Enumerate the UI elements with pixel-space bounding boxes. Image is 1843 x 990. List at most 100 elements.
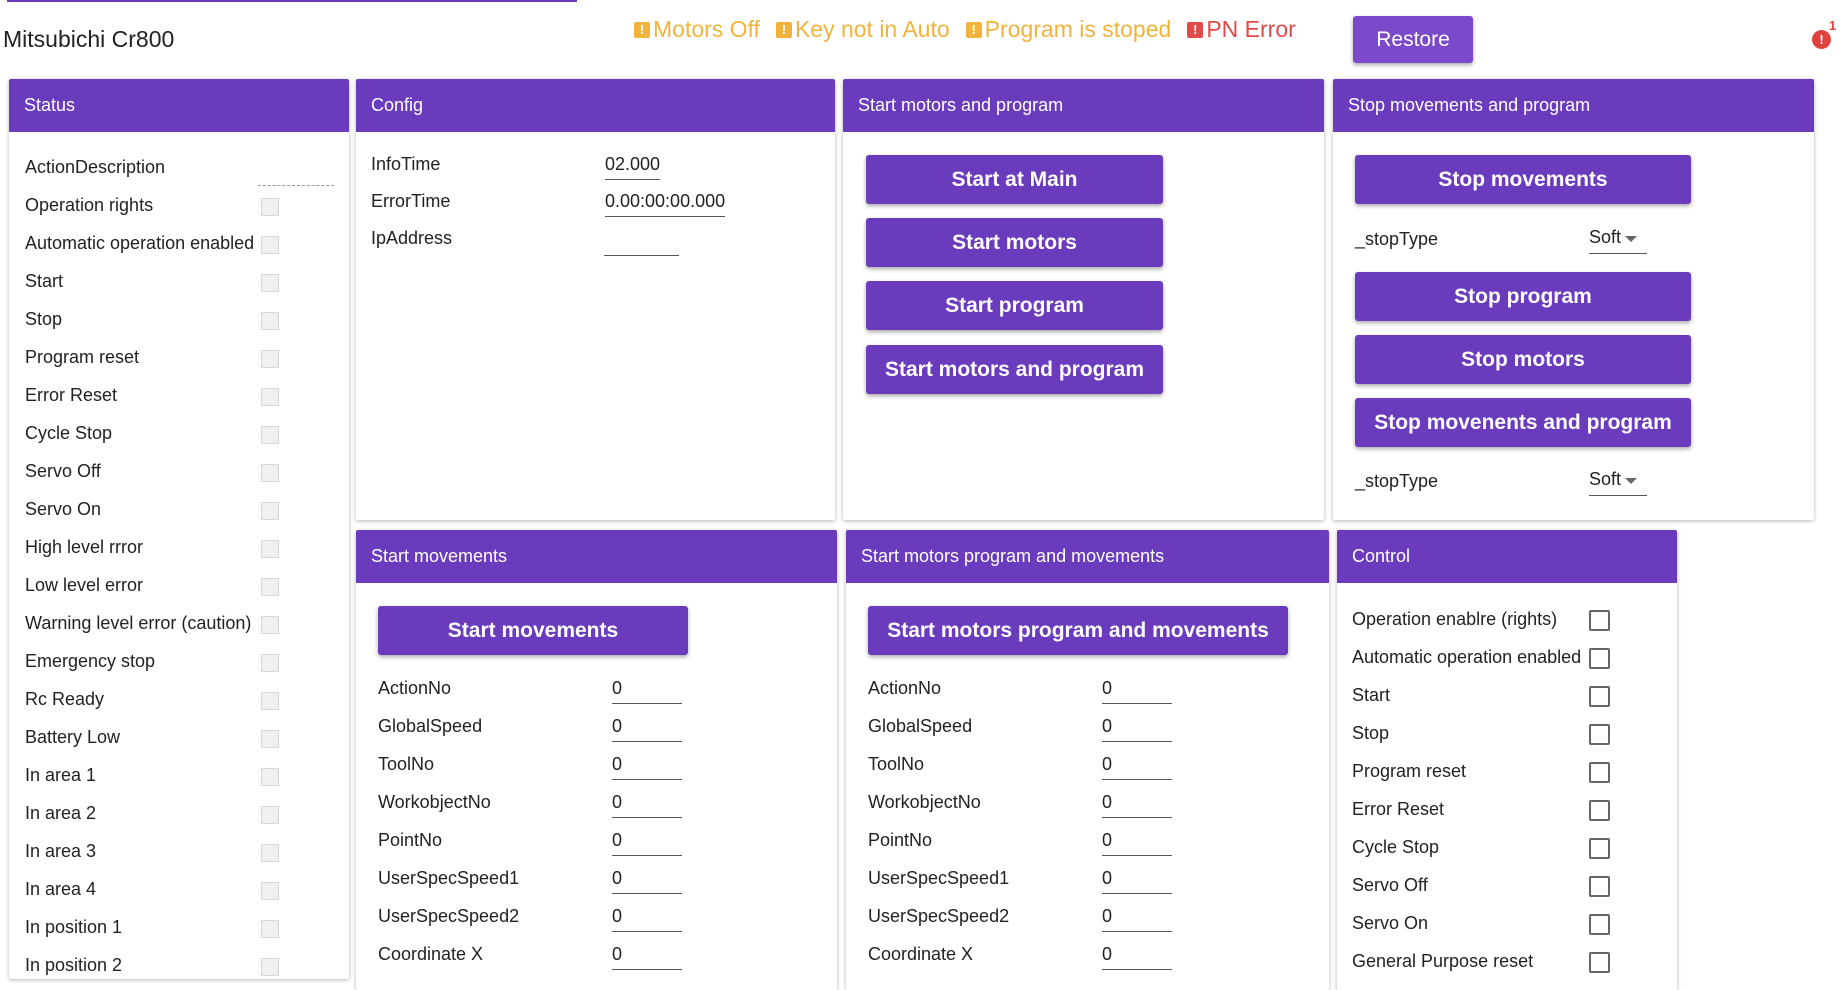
motors-movements-label-userspecspeed2: UserSpecSpeed2 <box>868 906 1010 926</box>
control-label-error-reset: Error Reset <box>1352 799 1445 819</box>
movements-field-userspecspeed1[interactable]: 0 <box>612 868 682 894</box>
movements-panel-title: Start movements <box>356 530 837 583</box>
status-label-stop: Stop <box>25 309 63 329</box>
infotime-field[interactable]: 02.000 <box>605 154 661 180</box>
control-checkbox-stop[interactable] <box>1589 724 1610 745</box>
control-checkbox-program-reset[interactable] <box>1589 762 1610 783</box>
movements-field-globalspeed[interactable]: 0 <box>612 716 682 742</box>
status-checkbox-servo-off <box>261 464 279 482</box>
stop-type-label: _stopType <box>1355 229 1439 249</box>
status-label-automatic-operation-enabled: Automatic operation enabled <box>25 233 255 253</box>
control-label-program-reset: Program reset <box>1352 761 1467 781</box>
control-checkbox-error-reset[interactable] <box>1589 800 1610 821</box>
stop-motors-button[interactable]: Stop motors <box>1355 335 1691 384</box>
start-movements-button[interactable]: Start movements <box>378 606 688 655</box>
status-label-rc-ready: Rc Ready <box>25 689 105 709</box>
movements-field-pointno[interactable]: 0 <box>612 830 682 856</box>
stop-movements-and-program-button[interactable]: Stop movenents and program <box>1355 398 1691 447</box>
control-checkbox-general-purpose-reset[interactable] <box>1589 952 1610 973</box>
control-checkbox-servo-off[interactable] <box>1589 876 1610 897</box>
status-checkbox-automatic-operation-enabled <box>261 236 279 254</box>
motors-movements-panel: Start motors program and movements Start… <box>846 530 1329 990</box>
motors-movements-label-pointno: PointNo <box>868 830 933 850</box>
status-panel: Status ActionDescription Operation rights… <box>9 79 349 979</box>
alert-program-stopped: ! Program is stoped <box>965 16 1171 43</box>
movements-label-actionno: ActionNo <box>378 678 452 698</box>
stop-type-select-2[interactable]: Soft <box>1589 469 1647 496</box>
alert-text: PN Error <box>1206 16 1296 42</box>
motors-movements-field-coordinate-x[interactable]: 0 <box>1102 944 1172 970</box>
warning-icon: ! <box>775 21 792 38</box>
status-checkbox-in-area-1 <box>261 768 279 786</box>
movements-field-coordinate-x[interactable]: 0 <box>612 944 682 970</box>
motors-movements-field-userspecspeed1[interactable]: 0 <box>1102 868 1172 894</box>
stop-panel: Stop movements and program Stop movement… <box>1333 79 1814 520</box>
start-motors-program-movements-button[interactable]: Start motors program and movements <box>868 606 1288 655</box>
status-label-actiondescription: ActionDescription <box>25 157 166 177</box>
status-label-servo-on: Servo On <box>25 499 102 519</box>
movements-field-userspecspeed2[interactable]: 0 <box>612 906 682 932</box>
stop-type-label-2: _stopType <box>1355 471 1439 491</box>
control-label-general-purpose-reset: General Purpose reset <box>1352 951 1534 971</box>
control-label-cycle-stop: Cycle Stop <box>1352 837 1440 857</box>
status-label-in-position-1: In position 1 <box>25 917 123 937</box>
start-panel: Start motors and program Start at Main S… <box>843 79 1324 520</box>
movements-label-userspecspeed1: UserSpecSpeed1 <box>378 868 520 888</box>
motors-movements-label-userspecspeed1: UserSpecSpeed1 <box>868 868 1010 888</box>
status-checkbox-servo-on <box>261 502 279 520</box>
stop-type-select[interactable]: Soft <box>1589 227 1647 254</box>
control-checkbox-cycle-stop[interactable] <box>1589 838 1610 859</box>
control-checkbox-operation-enablre-rights[interactable] <box>1589 610 1610 631</box>
motors-movements-field-actionno[interactable]: 0 <box>1102 678 1172 704</box>
status-label-error-reset: Error Reset <box>25 385 118 405</box>
motors-movements-field-globalspeed[interactable]: 0 <box>1102 716 1172 742</box>
movements-panel: Start movements Start movements ActionNo… <box>356 530 837 990</box>
alert-pn-error: ! PN Error <box>1187 16 1296 43</box>
motors-movements-field-workobjectno[interactable]: 0 <box>1102 792 1172 818</box>
alert-bar: ! Motors Off ! Key not in Auto ! Program… <box>634 16 1312 43</box>
config-panel: Config InfoTime 02.000 ErrorTime 0.00:00… <box>356 79 835 520</box>
chevron-down-icon <box>1625 478 1637 484</box>
movements-field-toolno[interactable]: 0 <box>612 754 682 780</box>
status-checkbox-in-area-4 <box>261 882 279 900</box>
motors-movements-label-toolno: ToolNo <box>868 754 925 774</box>
start-motors-button[interactable]: Start motors <box>866 218 1163 267</box>
status-checkbox-operation-rights <box>261 198 279 216</box>
status-label-in-area-2: In area 2 <box>25 803 97 823</box>
alert-motors-off: ! Motors Off <box>634 16 760 43</box>
control-label-stop: Stop <box>1352 723 1390 743</box>
control-checkbox-automatic-operation-enabled[interactable] <box>1589 648 1610 669</box>
control-label-automatic-operation-enabled: Automatic operation enabled <box>1352 647 1582 667</box>
motors-movements-label-actionno: ActionNo <box>868 678 942 698</box>
motors-movements-field-toolno[interactable]: 0 <box>1102 754 1172 780</box>
motors-movements-field-pointno[interactable]: 0 <box>1102 830 1172 856</box>
status-checkbox-emergency-stop <box>261 654 279 672</box>
status-label-low-level-error: Low level error <box>25 575 144 595</box>
start-program-button[interactable]: Start program <box>866 281 1163 330</box>
restore-button[interactable]: Restore <box>1353 16 1473 63</box>
movements-field-actionno[interactable]: 0 <box>612 678 682 704</box>
warning-icon: ! <box>965 21 982 38</box>
start-motors-and-program-button[interactable]: Start motors and program <box>866 345 1163 394</box>
status-label-battery-low: Battery Low <box>25 727 121 747</box>
control-label-operation-enablre-rights: Operation enablre (rights) <box>1352 609 1558 629</box>
movements-label-toolno: ToolNo <box>378 754 435 774</box>
status-checkbox-in-position-1 <box>261 920 279 938</box>
stop-movements-button[interactable]: Stop movements <box>1355 155 1691 204</box>
chevron-down-icon <box>1625 236 1637 242</box>
status-action-description-value <box>258 185 334 186</box>
ipaddress-field[interactable] <box>604 255 679 256</box>
motors-movements-label-globalspeed: GlobalSpeed <box>868 716 973 736</box>
start-at-main-button[interactable]: Start at Main <box>866 155 1163 204</box>
control-checkbox-servo-on[interactable] <box>1589 914 1610 935</box>
motors-movements-label-coordinate-x: Coordinate X <box>868 944 974 964</box>
status-checkbox-cycle-stop <box>261 426 279 444</box>
control-checkbox-start[interactable] <box>1589 686 1610 707</box>
movements-field-workobjectno[interactable]: 0 <box>612 792 682 818</box>
stop-program-button[interactable]: Stop program <box>1355 272 1691 321</box>
motors-movements-field-userspecspeed2[interactable]: 0 <box>1102 906 1172 932</box>
motors-movements-label-workobjectno: WorkobjectNo <box>868 792 981 812</box>
notification-count: 1 <box>1829 18 1837 33</box>
errortime-field[interactable]: 0.00:00:00.000 <box>605 191 726 217</box>
top-progress-line <box>7 0 577 2</box>
